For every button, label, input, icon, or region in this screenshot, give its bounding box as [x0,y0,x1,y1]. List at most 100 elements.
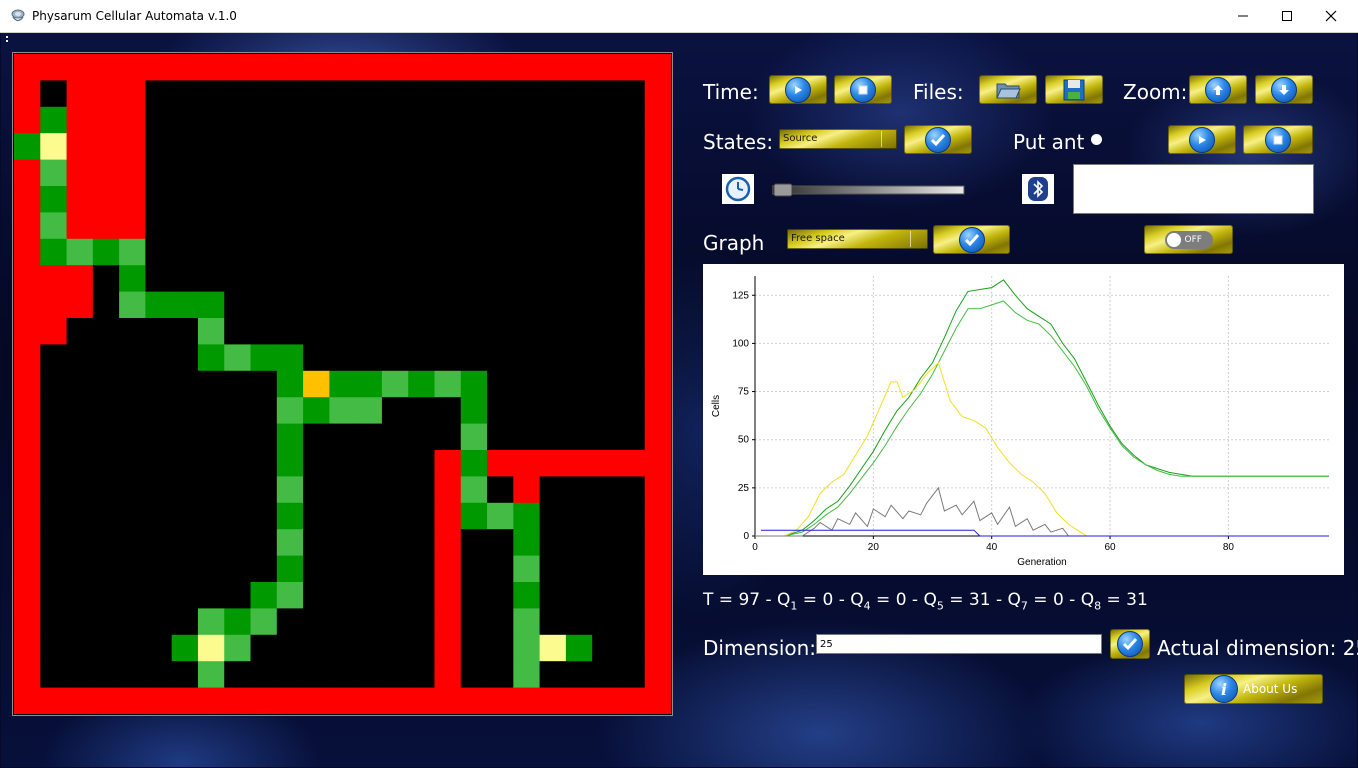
grid-cell-wall[interactable] [644,344,671,372]
grid-cell-empty[interactable] [487,555,514,583]
grid-cell-empty[interactable] [487,159,514,187]
grid-cell-empty[interactable] [197,476,225,504]
grid-cell-empty[interactable] [434,80,462,108]
speed-clock-button[interactable] [722,174,754,204]
grid-cell-empty[interactable] [539,238,567,266]
grid-cell-empty[interactable] [329,238,357,266]
grid-cell-wall[interactable] [197,687,225,714]
grid-cell-empty[interactable] [171,344,199,372]
grid-cell-empty[interactable] [40,608,68,636]
grid-cell-empty[interactable] [539,582,567,609]
grid-cell-wall[interactable] [644,186,671,213]
grid-cell-tube_dark[interactable] [565,634,593,662]
grid-cell-empty[interactable] [460,238,488,266]
grid-cell-empty[interactable] [487,186,514,213]
grid-cell-empty[interactable] [618,502,646,530]
grid-cell-wall[interactable] [303,687,330,714]
grid-cell-empty[interactable] [355,582,383,609]
grid-cell-wall[interactable] [539,54,567,81]
grid-cell-empty[interactable] [539,608,567,636]
grid-cell-empty[interactable] [145,212,173,240]
grid-cell-empty[interactable] [618,80,646,108]
graph-apply-button[interactable] [933,225,1010,254]
grid-cell-empty[interactable] [460,318,488,345]
grid-cell-empty[interactable] [434,186,462,213]
grid-cell-wall[interactable] [644,608,671,636]
grid-cell-empty[interactable] [434,291,462,319]
grid-cell-empty[interactable] [618,318,646,345]
grid-cell-wall[interactable] [66,186,94,213]
grid-cell-empty[interactable] [592,608,620,636]
grid-cell-empty[interactable] [487,212,514,240]
grid-cell-wall[interactable] [565,54,593,81]
grid-cell-empty[interactable] [381,344,409,372]
grid-cell-empty[interactable] [460,608,488,636]
grid-cell-empty[interactable] [487,476,514,504]
grid-cell-empty[interactable] [355,634,383,662]
grid-cell-empty[interactable] [434,133,462,161]
grid-cell-wall[interactable] [487,54,514,81]
grid-cell-wall[interactable] [92,106,120,134]
grid-cell-tube_light[interactable] [224,344,252,372]
grid-cell-empty[interactable] [513,212,541,240]
ant-play-button[interactable] [1168,125,1236,154]
grid-cell-tube_light[interactable] [355,397,383,425]
grid-cell-wall[interactable] [434,608,462,636]
grid-cell-tube_dark[interactable] [92,238,120,266]
grid-cell-empty[interactable] [66,318,94,345]
grid-cell-empty[interactable] [381,80,409,108]
grid-cell-empty[interactable] [145,582,173,609]
grid-cell-wall[interactable] [618,450,646,477]
grid-cell-empty[interactable] [513,370,541,398]
grid-cell-empty[interactable] [513,80,541,108]
grid-cell-empty[interactable] [66,397,94,425]
grid-cell-wall[interactable] [381,54,409,81]
grid-cell-wall[interactable] [197,54,225,81]
grid-cell-empty[interactable] [408,265,436,293]
grid-cell-empty[interactable] [460,634,488,662]
speed-slider[interactable] [772,183,966,197]
grid-cell-empty[interactable] [145,476,173,504]
grid-cell-empty[interactable] [513,318,541,345]
grid-cell-empty[interactable] [539,397,567,425]
grid-cell-empty[interactable] [224,291,252,319]
grid-cell-wall[interactable] [644,450,671,477]
grid-cell-empty[interactable] [171,397,199,425]
grid-cell-wall[interactable] [644,291,671,319]
grid-cell-empty[interactable] [92,397,120,425]
grid-cell-empty[interactable] [592,238,620,266]
grid-cell-empty[interactable] [250,502,278,530]
grid-cell-empty[interactable] [145,661,173,689]
grid-cell-empty[interactable] [92,634,120,662]
grid-cell-empty[interactable] [40,502,68,530]
grid-cell-empty[interactable] [171,476,199,504]
grid-cell-tube_dark[interactable] [460,450,488,477]
grid-cell-empty[interactable] [66,370,94,398]
grid-cell-empty[interactable] [329,608,357,636]
grid-cell-empty[interactable] [92,450,120,477]
grid-cell-wall[interactable] [250,54,278,81]
grid-cell-empty[interactable] [355,344,383,372]
grid-cell-empty[interactable] [329,186,357,213]
grid-cell-empty[interactable] [565,318,593,345]
grid-cell-wall[interactable] [14,370,41,398]
grid-cell-empty[interactable] [513,238,541,266]
grid-cell-empty[interactable] [565,186,593,213]
grid-cell-tube_light[interactable] [276,529,304,557]
grid-cell-empty[interactable] [565,212,593,240]
grid-cell-empty[interactable] [460,106,488,134]
grid-cell-empty[interactable] [119,423,146,451]
grid-cell-empty[interactable] [145,370,173,398]
grid-cell-empty[interactable] [487,265,514,293]
grid-cell-empty[interactable] [197,186,225,213]
grid-cell-empty[interactable] [224,265,252,293]
grid-cell-empty[interactable] [408,133,436,161]
grid-cell-empty[interactable] [381,291,409,319]
grid-cell-empty[interactable] [66,450,94,477]
grid-cell-tube_dark[interactable] [171,291,199,319]
dimension-input[interactable]: 25 [816,634,1102,654]
grid-cell-empty[interactable] [145,344,173,372]
grid-cell-empty[interactable] [66,555,94,583]
grid-cell-wall[interactable] [303,54,330,81]
grid-cell-empty[interactable] [565,265,593,293]
